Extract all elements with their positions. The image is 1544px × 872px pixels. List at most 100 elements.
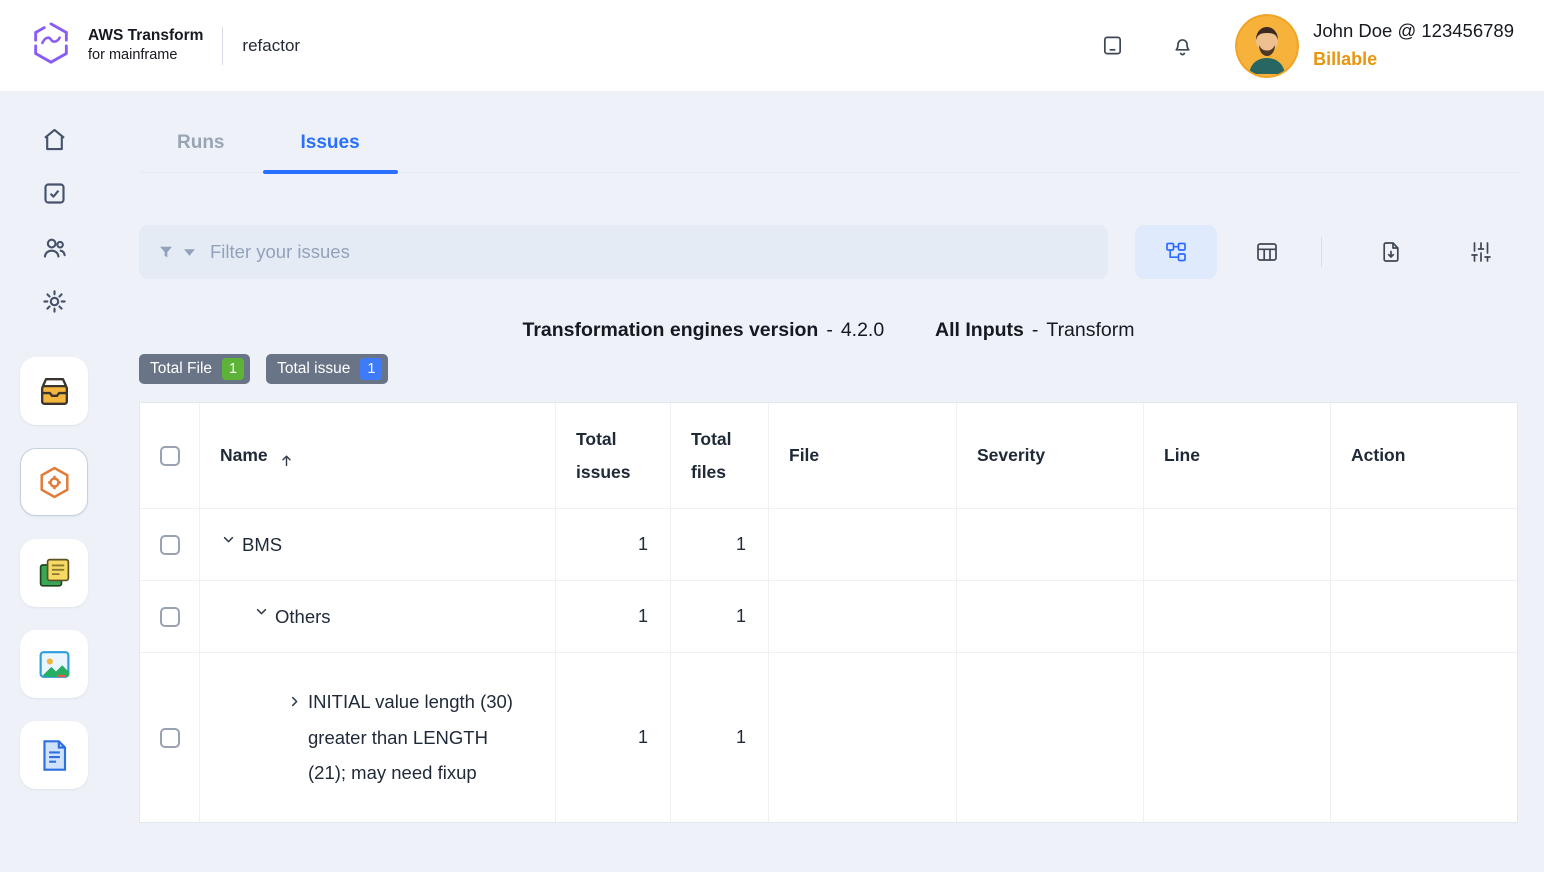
row-file (769, 581, 957, 653)
row-total-issues: 1 (556, 653, 671, 822)
summary-badges: Total File 1 Total issue 1 (139, 354, 1518, 384)
select-all-cell (140, 403, 200, 509)
tree-view-icon[interactable] (1135, 225, 1217, 279)
user-name: John Doe @ 123456789 (1313, 17, 1514, 46)
row-checkbox[interactable] (160, 728, 180, 748)
export-report-icon[interactable] (1368, 229, 1414, 275)
app-screen: AWS Transform for mainframe refactor (0, 0, 1544, 872)
row-total-issues: 1 (556, 581, 671, 653)
notes-icon[interactable] (20, 539, 88, 607)
total-file-badge: Total File 1 (139, 354, 250, 384)
row-checkbox[interactable] (160, 535, 180, 555)
all-inputs-label: All Inputs (935, 319, 1024, 341)
row-line (1144, 581, 1331, 653)
col-header-line: Line (1144, 403, 1331, 509)
tab-bar: Runs Issues (139, 128, 1518, 173)
row-file (769, 653, 957, 822)
main-content: Runs Issues (108, 92, 1544, 872)
row-line (1144, 509, 1331, 581)
all-inputs-value: Transform (1046, 319, 1134, 341)
col-header-severity: Severity (957, 403, 1144, 509)
chevron-down-icon[interactable] (220, 531, 237, 548)
row-total-issues: 1 (556, 509, 671, 581)
brand-divider (222, 27, 223, 65)
transform-hexagon-icon[interactable] (20, 448, 88, 516)
billing-doc-icon[interactable] (20, 721, 88, 789)
sidebar (0, 92, 108, 872)
top-right-controls: John Doe @ 123456789 Billable (1097, 14, 1514, 78)
issues-toolbar (139, 225, 1518, 279)
meta-separator: - (826, 319, 833, 341)
row-checkbox-cell (140, 581, 200, 653)
sidebar-tools (20, 357, 88, 789)
body: Runs Issues (0, 92, 1544, 872)
engine-version-value: 4.2.0 (841, 319, 884, 341)
tasks-icon[interactable] (41, 180, 68, 207)
row-action (1331, 581, 1517, 653)
brand-line1: AWS Transform (88, 26, 203, 46)
filter-bar[interactable] (139, 225, 1108, 279)
meta-separator-2: - (1032, 319, 1039, 341)
brand-line2: for mainframe (88, 46, 203, 65)
top-bar: AWS Transform for mainframe refactor (0, 0, 1544, 92)
col-header-action: Action (1331, 403, 1517, 509)
toolbar-divider (1321, 237, 1322, 267)
meta-line: Transformation engines version-4.2.0 All… (139, 319, 1518, 342)
row-name: Others (275, 599, 331, 635)
filter-funnel-icon (157, 243, 175, 261)
row-checkbox[interactable] (160, 607, 180, 627)
brand: AWS Transform for mainframe (28, 20, 203, 71)
row-name: BMS (242, 527, 282, 563)
total-file-count: 1 (222, 358, 244, 380)
row-total-files: 1 (671, 653, 769, 822)
filter-input[interactable] (210, 241, 1090, 263)
brand-text: AWS Transform for mainframe (88, 26, 203, 65)
row-severity (957, 653, 1144, 822)
sidebar-nav (41, 126, 68, 315)
row-name-cell: INITIAL value length (30) greater than L… (200, 653, 556, 822)
panel-icon[interactable] (1097, 31, 1127, 61)
column-settings-icon[interactable] (1458, 229, 1504, 275)
row-name-cell: BMS (200, 509, 556, 581)
issues-table: Name Total issues Total files File Sever… (139, 402, 1518, 823)
bell-icon[interactable] (1167, 31, 1197, 61)
row-line (1144, 653, 1331, 822)
user-status-badge: Billable (1313, 46, 1514, 74)
col-header-total-files: Total files (671, 403, 769, 509)
col-header-file: File (769, 403, 957, 509)
aws-transform-logo-icon (28, 20, 74, 71)
col-header-name[interactable]: Name (200, 403, 556, 509)
col-header-total-issues: Total issues (556, 403, 671, 509)
total-file-label: Total File (150, 360, 212, 378)
row-action (1331, 509, 1517, 581)
filter-caret-down-icon[interactable] (184, 249, 195, 256)
row-checkbox-cell (140, 653, 200, 822)
row-checkbox-cell (140, 509, 200, 581)
chevron-down-icon[interactable] (253, 603, 270, 620)
col-header-name-label: Name (220, 439, 268, 471)
row-name-cell: Others (200, 581, 556, 653)
avatar[interactable] (1235, 14, 1299, 78)
settings-icon[interactable] (41, 288, 68, 315)
tab-issues[interactable]: Issues (263, 128, 398, 172)
table-view-icon[interactable] (1226, 225, 1308, 279)
engine-version-label: Transformation engines version (523, 319, 819, 341)
row-severity (957, 509, 1144, 581)
archive-drawer-icon[interactable] (20, 357, 88, 425)
row-total-files: 1 (671, 509, 769, 581)
row-severity (957, 581, 1144, 653)
product-name: refactor (242, 36, 300, 56)
row-total-files: 1 (671, 581, 769, 653)
home-icon[interactable] (41, 126, 68, 153)
user-block[interactable]: John Doe @ 123456789 Billable (1313, 17, 1514, 74)
total-issue-badge: Total issue 1 (266, 354, 388, 384)
sort-ascending-icon[interactable] (278, 447, 295, 464)
chevron-right-icon[interactable] (286, 693, 303, 710)
row-action (1331, 653, 1517, 822)
images-icon[interactable] (20, 630, 88, 698)
row-file (769, 509, 957, 581)
row-name: INITIAL value length (30) greater than L… (308, 684, 531, 792)
tab-runs[interactable]: Runs (139, 128, 263, 172)
select-all-checkbox[interactable] (160, 446, 180, 466)
users-icon[interactable] (41, 234, 68, 261)
